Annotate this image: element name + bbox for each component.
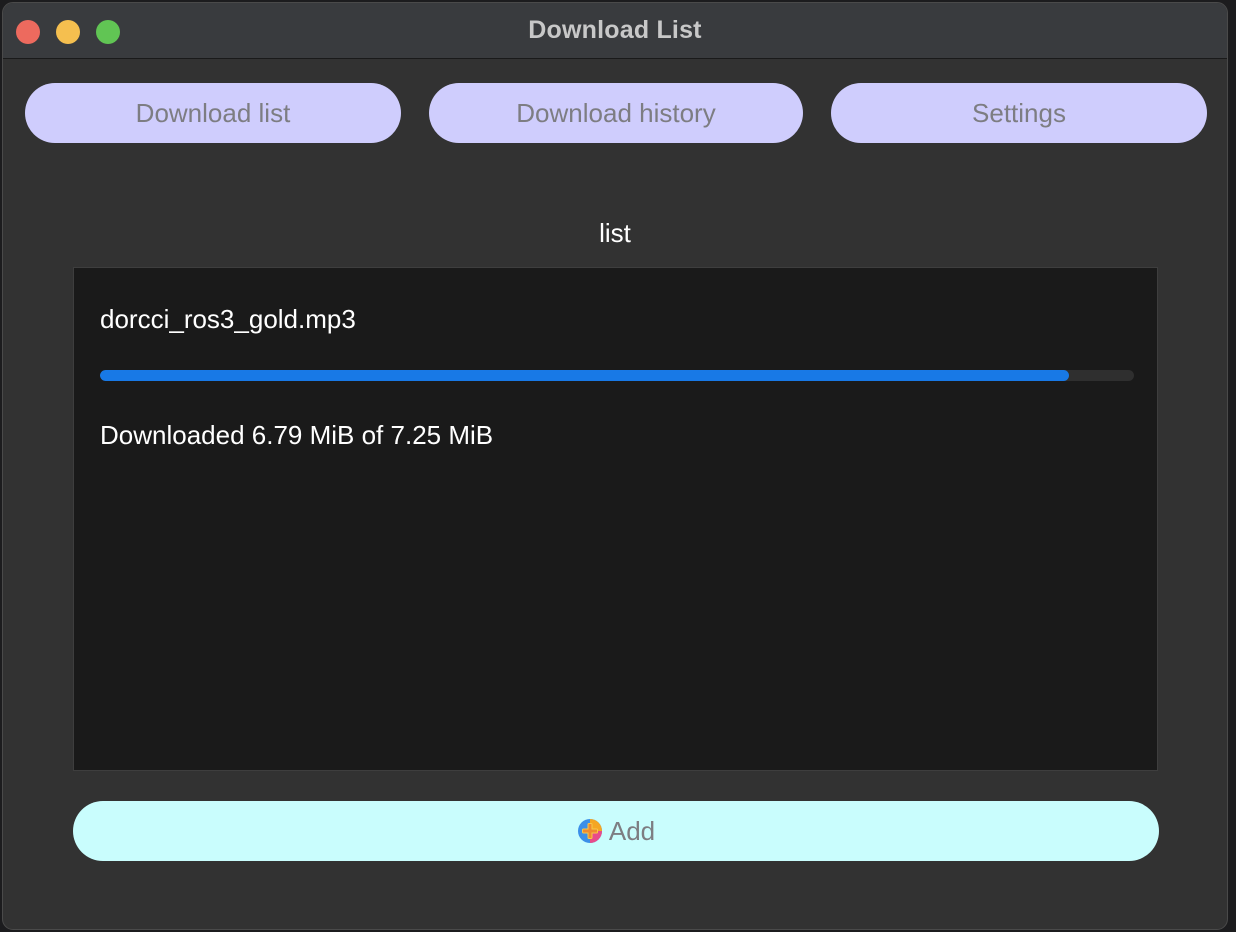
download-progress-bar bbox=[100, 370, 1134, 381]
download-filename: dorcci_ros3_gold.mp3 bbox=[100, 304, 356, 334]
tab-download-list[interactable]: Download list bbox=[25, 83, 401, 143]
download-list-panel: dorcci_ros3_gold.mp3 Downloaded 6.79 MiB… bbox=[73, 267, 1158, 771]
add-button[interactable]: Add bbox=[73, 801, 1159, 861]
tab-download-history[interactable]: Download history bbox=[429, 83, 803, 143]
download-progress-fill bbox=[100, 370, 1069, 381]
download-status-text: Downloaded 6.79 MiB of 7.25 MiB bbox=[100, 420, 494, 450]
list-heading: list bbox=[599, 218, 631, 248]
title-bar[interactable]: Download List bbox=[3, 3, 1227, 59]
add-button-label: Add bbox=[608, 816, 656, 846]
add-plus-icon bbox=[577, 819, 602, 844]
app-window: Download List Download list Download his… bbox=[2, 2, 1228, 930]
tab-settings[interactable]: Settings bbox=[831, 83, 1207, 143]
window-title: Download List bbox=[528, 16, 702, 44]
